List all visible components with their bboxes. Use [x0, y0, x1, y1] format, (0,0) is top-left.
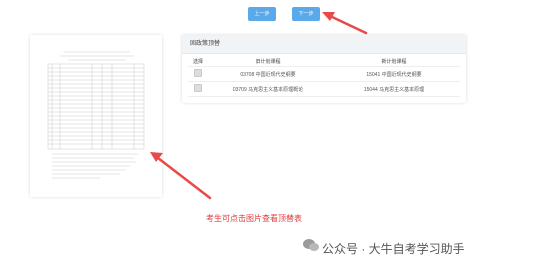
policy-replacement-panel: 固政策顶替 选择 旧计划课程 新计划课程 03708 中国近现代史纲要 1504… — [182, 35, 466, 103]
column-header-new-course: 新计划课程 — [328, 56, 460, 67]
arrow-to-next-button — [322, 12, 368, 35]
row-checkbox[interactable] — [194, 69, 202, 77]
thumbnail-caption: 考生可点击图片查看顶替表 — [206, 214, 302, 223]
document-preview-image — [47, 51, 145, 179]
panel-title: 固政策顶替 — [182, 35, 466, 54]
replacement-table: 选择 旧计划课程 新计划课程 03708 中国近现代史纲要 15041 中国近现… — [188, 56, 460, 97]
old-course-cell: 03708 中国近现代史纲要 — [208, 66, 328, 82]
column-header-old-course: 旧计划课程 — [208, 56, 328, 67]
watermark-text: 公众号 · 大牛自考学习助手 — [322, 242, 465, 256]
replacement-table-thumbnail[interactable] — [30, 35, 162, 197]
column-header-select: 选择 — [188, 56, 208, 67]
new-course-cell: 15041 中国近现代史纲要 — [328, 66, 460, 82]
wechat-icon — [303, 239, 319, 251]
table-row: 03709 马克思主义基本原理概论 15044 马克思主义基本原理 — [188, 81, 460, 97]
table-row: 03708 中国近现代史纲要 15041 中国近现代史纲要 — [188, 66, 460, 82]
row-checkbox[interactable] — [194, 84, 202, 92]
new-course-cell: 15044 马克思主义基本原理 — [328, 81, 460, 97]
prev-step-button[interactable]: 上一步 — [248, 7, 276, 21]
next-step-button[interactable]: 下一步 — [292, 7, 320, 21]
table-header-row: 选择 旧计划课程 新计划课程 — [188, 56, 460, 67]
old-course-cell: 03709 马克思主义基本原理概论 — [208, 81, 328, 97]
